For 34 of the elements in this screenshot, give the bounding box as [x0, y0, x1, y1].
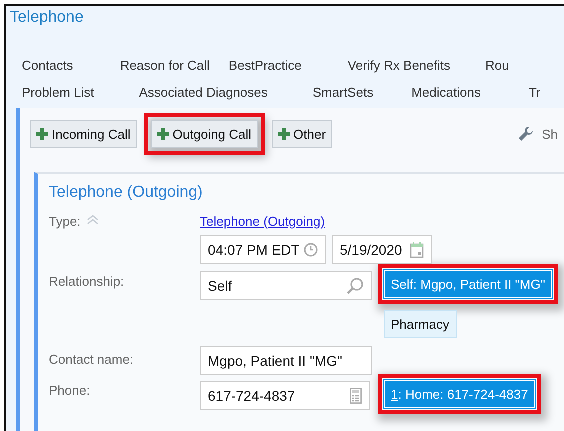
choice-button[interactable]: Pharmacy [384, 310, 457, 338]
add-call-button[interactable]: Incoming Call [30, 120, 137, 148]
field-label: Contact name: [49, 352, 134, 367]
settings-label[interactable]: Sh [542, 126, 558, 142]
collapse-icon[interactable] [86, 214, 99, 226]
field-label: Relationship: [49, 274, 124, 289]
plus-icon [156, 128, 169, 140]
add-call-button[interactable]: Other [272, 120, 332, 148]
wrench-icon[interactable] [518, 126, 534, 142]
plus-icon [36, 128, 48, 140]
relationship-field[interactable]: Self [200, 271, 372, 300]
tab[interactable]: Associated Diagnoses [139, 85, 268, 100]
plus-icon [278, 128, 290, 140]
calendar-icon[interactable] [410, 241, 424, 258]
search-icon[interactable] [347, 277, 364, 294]
tab[interactable]: Problem List [22, 85, 94, 100]
type-link[interactable]: Telephone (Outgoing) [200, 214, 326, 229]
window-title: Telephone [9, 8, 84, 27]
field-label: Type: [49, 214, 81, 229]
tab[interactable]: Verify Rx Benefits [348, 58, 451, 73]
contact-name-field[interactable]: Mgpo, Patient II "MG" [200, 346, 372, 375]
tab[interactable]: SmartSets [312, 85, 374, 100]
phone-field[interactable]: 617-724-4837 [200, 381, 370, 410]
calculator-icon[interactable] [350, 388, 362, 404]
form-title: Telephone (Outgoing) [49, 184, 203, 202]
field-label: Phone: [49, 383, 90, 398]
clock-icon[interactable] [304, 242, 318, 256]
date-field[interactable]: 5/19/2020 [332, 235, 432, 264]
tab[interactable]: Tr [528, 85, 541, 100]
tab[interactable]: Reason for Call [120, 58, 210, 73]
tab[interactable]: Contacts [22, 58, 74, 73]
tab[interactable]: Rou [486, 58, 510, 73]
tab[interactable]: Medications [412, 85, 481, 100]
tab[interactable]: BestPractice [228, 58, 302, 73]
